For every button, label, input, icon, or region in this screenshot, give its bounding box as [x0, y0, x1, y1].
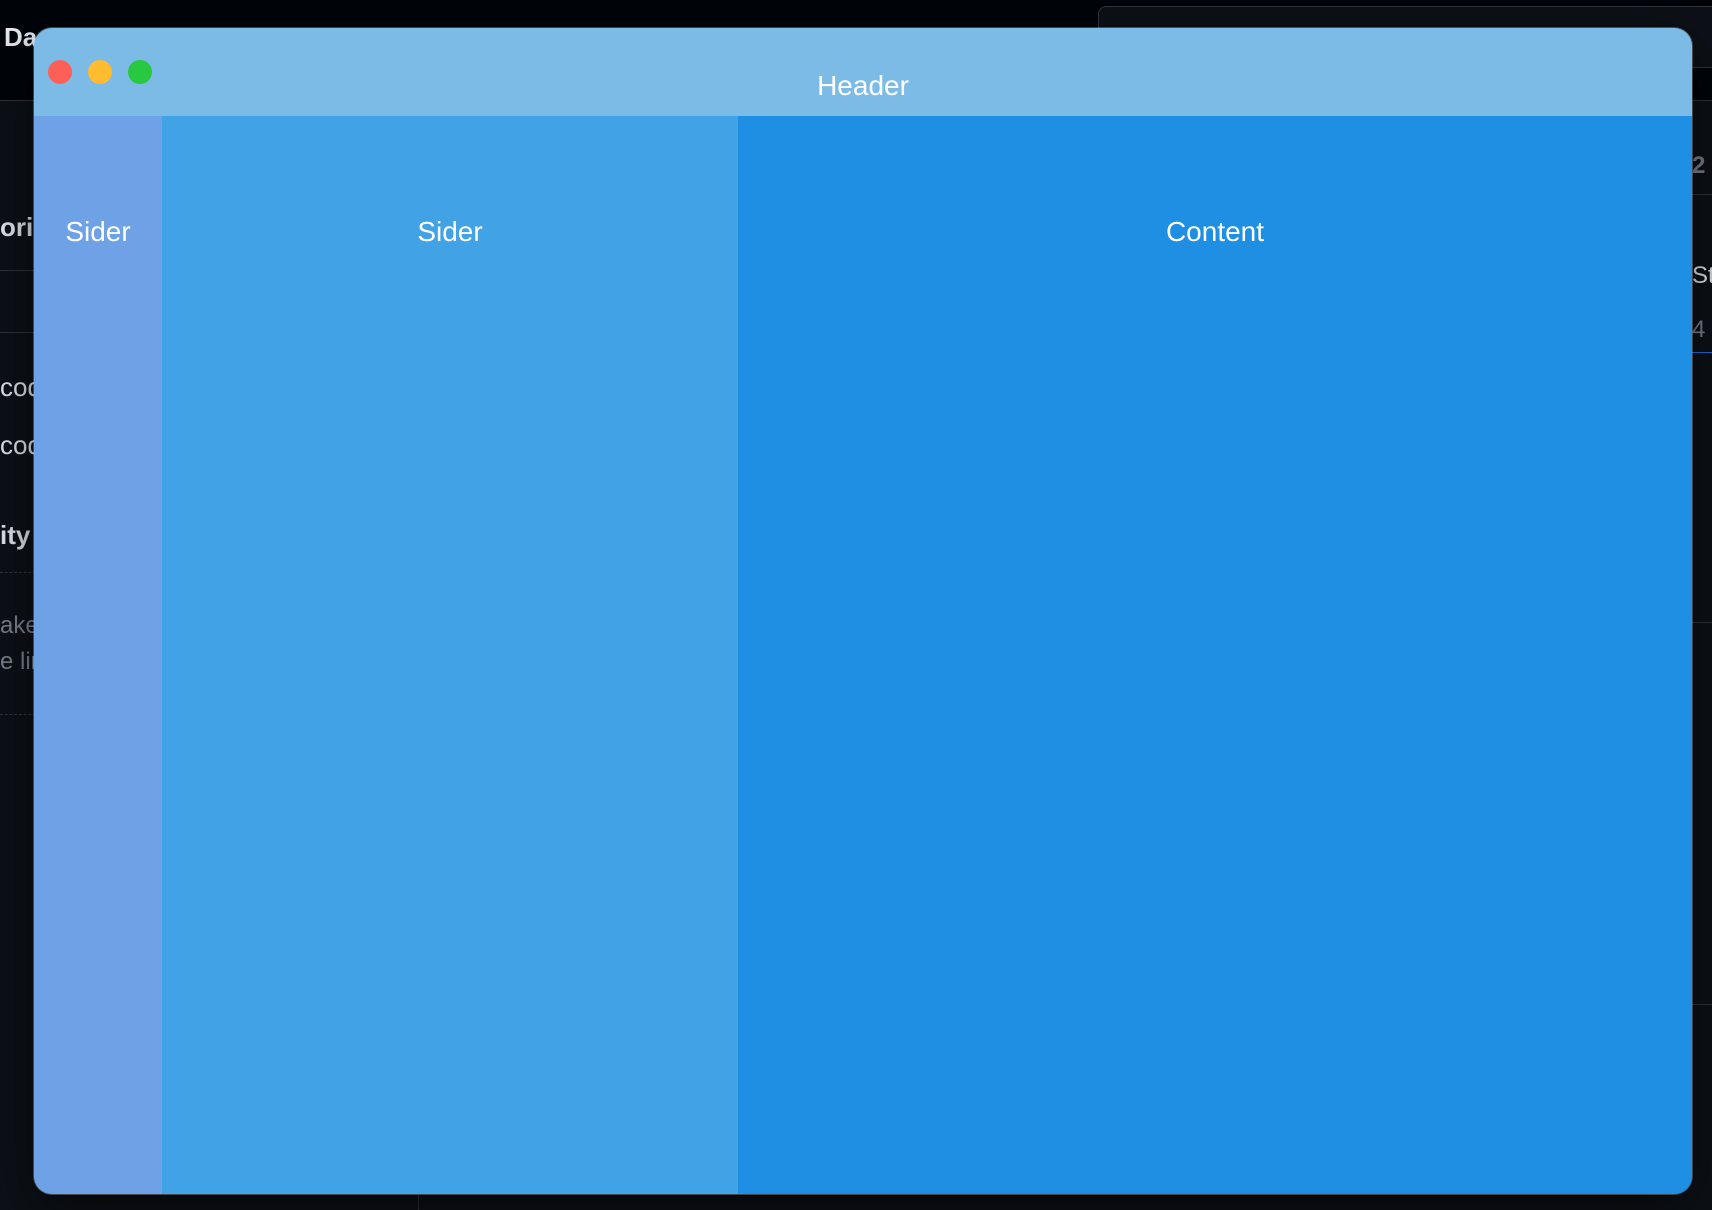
background-divider [418, 1194, 419, 1210]
background-divider [1692, 352, 1712, 353]
background-divider [1692, 622, 1712, 623]
background-right-text: 2 [1692, 152, 1706, 179]
background-divider [1692, 1004, 1712, 1005]
background-right-text: 4 [1692, 316, 1706, 343]
layout-window: Header Sider Sider Content [34, 28, 1692, 1194]
sider-wide-label: Sider [417, 216, 483, 247]
content-label: Content [1165, 216, 1265, 247]
background-divider [0, 714, 36, 715]
header-label: Header [817, 70, 909, 101]
sider-narrow: Sider [34, 116, 162, 1194]
background-right-text: St [1692, 262, 1712, 289]
sider-wide: Sider [162, 116, 738, 1194]
background-left-text: ake [0, 612, 39, 639]
background-left-text: ity [0, 520, 31, 550]
content-area: Content [738, 116, 1692, 1194]
background-divider [0, 572, 36, 573]
background-divider [0, 332, 36, 333]
background-divider [0, 270, 36, 271]
background-divider [1692, 194, 1712, 195]
background-app-title: Da [4, 22, 38, 52]
sider-narrow-label: Sider [65, 216, 131, 247]
window-header[interactable]: Header [34, 28, 1692, 116]
